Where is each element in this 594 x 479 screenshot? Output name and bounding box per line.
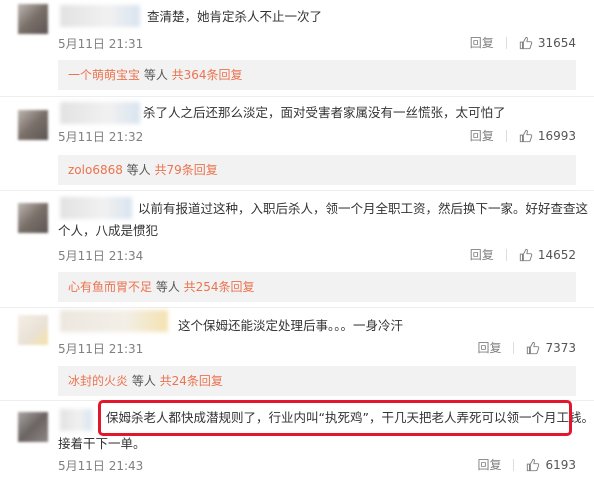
divider [513, 341, 515, 354]
comment-actions: 回复 6193 [477, 456, 576, 473]
avatar[interactable] [18, 315, 48, 345]
like-count: 31654 [537, 35, 576, 50]
reply-total-link[interactable]: 共254条回复 [184, 280, 255, 294]
reply-mid-text: 等人 [140, 68, 172, 82]
comment-time: 5月11日 21:34 [58, 249, 144, 263]
thumbs-up-icon [527, 458, 540, 471]
divider [505, 36, 507, 49]
reply-button[interactable]: 回复 [477, 456, 501, 473]
like-button[interactable]: 7373 [526, 341, 576, 355]
reply-mid-text: 等人 [128, 374, 160, 388]
divider [513, 458, 515, 471]
avatar[interactable] [18, 4, 48, 34]
reply-mid-text: 等人 [122, 163, 155, 177]
comment-actions: 回复 16993 [470, 127, 576, 144]
comment-2: 杀了人之后还那么淡定，面对受害者家属没有一丝慌张，太可怕了 5月11日 21:3… [0, 96, 594, 156]
username-blurred[interactable] [60, 5, 140, 27]
comment-actions: 回复 7373 [477, 339, 576, 356]
like-count: 16993 [537, 128, 576, 143]
reply-total-link[interactable]: 共79条回复 [155, 163, 218, 177]
reply-mid-text: 等人 [152, 280, 184, 294]
reply-summary[interactable]: 冰封的火炎 等人 共24条回复 [58, 366, 576, 396]
avatar[interactable] [18, 203, 48, 233]
comment-text-line-2: 接着干下一单。 [58, 436, 146, 451]
comment-1: 查清楚，她肯定杀人不止一次了 5月11日 21:31 回复 31654 [0, 0, 594, 66]
like-button[interactable]: 14652 [519, 248, 576, 262]
reply-total-link[interactable]: 共24条回复 [160, 374, 223, 388]
divider [505, 129, 507, 142]
reply-button[interactable]: 回复 [470, 246, 494, 263]
comment-4: 这个保姆还能淡定处理后事。。。一身冷汗 5月11日 21:31 回复 7373 [0, 307, 594, 367]
reply-user-link[interactable]: 一个萌萌宝宝 [68, 68, 140, 82]
reply-user-link[interactable]: zolo6868 [68, 163, 123, 177]
comment-text: 杀了人之后还那么淡定，面对受害者家属没有一丝慌张，太可怕了 [143, 105, 506, 120]
username-blurred[interactable] [60, 197, 132, 219]
avatar[interactable] [18, 110, 48, 140]
comment-time: 5月11日 21:43 [58, 459, 144, 473]
reply-user-link[interactable]: 心有鱼而胃不足 [68, 280, 152, 294]
thumbs-up-icon [527, 341, 540, 354]
comment-time: 5月11日 21:31 [58, 37, 144, 51]
like-button[interactable]: 6193 [526, 458, 576, 472]
comment-time: 5月11日 21:32 [58, 130, 144, 144]
thumbs-up-icon [519, 36, 533, 49]
comment-text: 查清楚，她肯定杀人不止一次了 [147, 9, 323, 24]
highlight-box [98, 400, 572, 436]
reply-button[interactable]: 回复 [477, 339, 501, 356]
reply-button[interactable]: 回复 [470, 127, 494, 144]
reply-total-link[interactable]: 共364条回复 [172, 68, 243, 82]
reply-summary[interactable]: 一个萌萌宝宝 等人 共364条回复 [58, 60, 576, 90]
like-count: 14652 [537, 247, 576, 262]
comment-3: 以前有报道过这种，入职后杀人，领一个月全职工资，然后换下一家。好好查查这 个人，… [0, 190, 594, 270]
like-count: 7373 [545, 340, 576, 355]
reply-user-link[interactable]: 冰封的火炎 [68, 374, 128, 388]
comment-text-line-1: 以前有报道过这种，入职后杀人，领一个月全职工资，然后换下一家。好好查查这 [138, 201, 589, 216]
like-button[interactable]: 16993 [519, 129, 576, 143]
avatar[interactable] [18, 412, 48, 442]
username-blurred[interactable] [60, 409, 92, 431]
username-blurred[interactable] [60, 102, 140, 124]
comment-text: 这个保姆还能淡定处理后事。。。一身冷汗 [178, 318, 404, 333]
reply-summary[interactable]: 心有鱼而胃不足 等人 共254条回复 [58, 272, 576, 302]
username-blurred[interactable] [60, 310, 168, 332]
thumbs-up-icon [519, 129, 533, 142]
comment-text-line-2: 个人，八成是惯犯 [58, 223, 159, 238]
comment-actions: 回复 14652 [470, 246, 576, 263]
divider [505, 248, 507, 261]
reply-button[interactable]: 回复 [470, 34, 494, 51]
reply-summary[interactable]: zolo6868 等人 共79条回复 [58, 155, 576, 185]
comment-actions: 回复 31654 [470, 34, 576, 51]
thumbs-up-icon [519, 248, 533, 261]
comment-time: 5月11日 21:31 [58, 342, 144, 356]
like-count: 6193 [545, 457, 576, 472]
like-button[interactable]: 31654 [519, 36, 576, 50]
